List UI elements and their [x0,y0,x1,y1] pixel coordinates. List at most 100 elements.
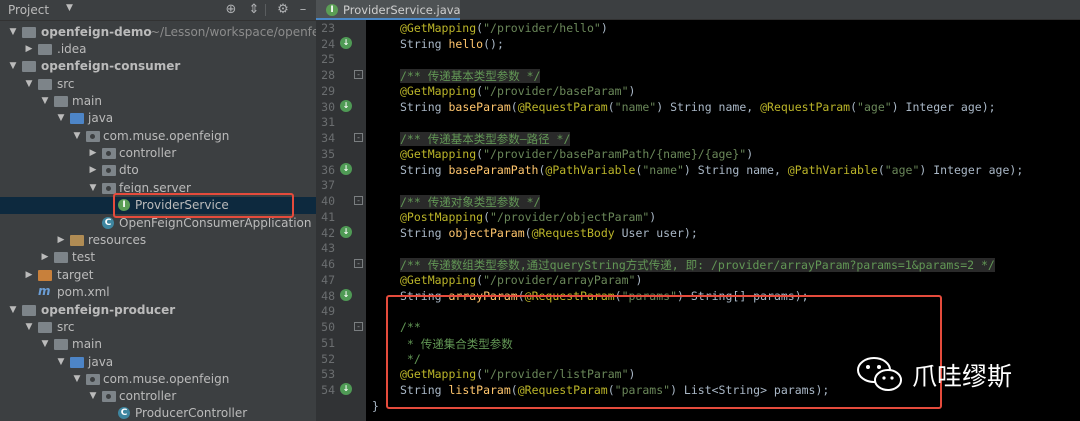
locate-icon[interactable]: ⊕ [224,3,238,17]
chevron-right-icon[interactable]: ▶ [88,148,98,158]
chevron-down-icon[interactable]: ▼ [8,305,18,315]
tree-item-label: main [72,337,102,351]
chevron-down-icon[interactable]: ▼ [40,96,50,106]
tree-item-label: openfeign-demo [41,25,152,39]
tree-item-openfeign-demo[interactable]: ▼ openfeign-demo ~/Lesson/workspace/open… [0,24,316,41]
module-folder-icon [22,27,36,38]
implemented-icon[interactable]: ↓ [340,37,352,49]
excluded-folder-icon [38,270,52,281]
chevron-down-icon[interactable]: ▼ [56,113,66,123]
chevron-down-icon[interactable]: ▼ [8,27,18,37]
line-number: 46 [321,257,335,271]
fold-icon[interactable]: - [354,259,363,268]
chevron-right-icon[interactable]: ▶ [56,235,66,245]
line-number: 49 [321,304,335,318]
line-number: 30 [321,100,335,114]
tree-item-label: dto [119,163,139,177]
tree-item-main[interactable]: ▼ main [0,336,316,353]
fold-icon[interactable]: - [354,196,363,205]
line-number: 53 [321,367,335,381]
minimize-icon[interactable]: – [296,3,310,17]
folder-icon [54,339,68,350]
tree-item-package[interactable]: ▼ com.muse.openfeign [0,371,316,388]
chevron-down-icon[interactable]: ▼ [66,3,73,13]
tree-item-java[interactable]: ▼ java [0,110,316,127]
code-line: String objectParam(@RequestBody User use… [400,226,698,240]
project-tool-window: Project ▼ ⊕ ⇕ ⚙ – ▼ openfeign-demo ~/Les… [0,0,316,421]
folder-icon [54,96,68,107]
tab-provider-service[interactable]: I ProviderService.java [316,0,461,20]
tree-item-target[interactable]: ▶ target [0,267,316,284]
chevron-right-icon[interactable]: ▶ [88,165,98,175]
chevron-down-icon[interactable]: ▼ [8,61,18,71]
collapse-all-icon[interactable]: ⇕ [247,3,261,17]
tree-item-producer-controller[interactable]: C ProducerController [0,405,316,421]
folder-icon [38,79,52,90]
chevron-down-icon[interactable]: ▼ [56,357,66,367]
tree-item-resources[interactable]: ▶ resources [0,232,316,249]
chevron-right-icon[interactable]: ▶ [24,44,34,54]
chevron-down-icon[interactable]: ▼ [24,79,34,89]
tree-item-idea[interactable]: ▶ .idea [0,41,316,58]
code-line: /** 传递对象类型参数 */ [400,195,541,209]
implemented-icon[interactable]: ↓ [340,289,352,301]
module-folder-icon [22,61,36,72]
module-folder-icon [22,305,36,316]
tree-item-controller[interactable]: ▶ controller [0,145,316,162]
source-folder-icon [70,357,84,368]
tree-item-test[interactable]: ▶ test [0,249,316,266]
tree-item-label: resources [88,233,147,247]
tree-item-main[interactable]: ▼ main [0,93,316,110]
tree-item-pom[interactable]: m pom.xml [0,284,316,301]
wechat-logo-icon [857,357,902,391]
tree-item-controller[interactable]: ▼ controller [0,388,316,405]
header-separator [265,4,266,16]
code-line: @GetMapping("/provider/baseParamPath/{na… [400,147,754,161]
tree-item-src[interactable]: ▼ src [0,319,316,336]
implemented-icon[interactable]: ↓ [340,226,352,238]
tree-item-package[interactable]: ▼ com.muse.openfeign [0,128,316,145]
line-number: 23 [321,21,335,35]
line-number: 34 [321,131,335,145]
chevron-down-icon[interactable]: ▼ [72,131,82,141]
chevron-right-icon[interactable]: ▶ [40,252,50,262]
implemented-icon[interactable]: ↓ [340,383,352,395]
implemented-icon[interactable]: ↓ [340,163,352,175]
tree-item-label: com.muse.openfeign [103,129,230,143]
line-number: 41 [321,210,335,224]
tree-item-label: OpenFeignConsumerApplication [119,216,312,230]
line-number: 47 [321,273,335,287]
line-number: 36 [321,163,335,177]
chevron-right-icon[interactable]: ▶ [24,270,34,280]
gear-icon[interactable]: ⚙ [276,3,290,17]
package-icon [102,165,116,176]
folder-icon [38,44,52,55]
tree-item-openfeign-producer[interactable]: ▼ openfeign-producer [0,302,316,319]
tree-item-dto[interactable]: ▶ dto [0,162,316,179]
implemented-icon[interactable]: ↓ [340,100,352,112]
package-icon [86,131,100,142]
chevron-down-icon[interactable]: ▼ [88,183,98,193]
fold-icon[interactable]: - [354,133,363,142]
code-line: String baseParam(@RequestParam("name") S… [400,100,996,114]
package-icon [86,374,100,385]
tree-item-src[interactable]: ▼ src [0,76,316,93]
fold-icon[interactable]: - [354,70,363,79]
chevron-down-icon[interactable]: ▼ [40,339,50,349]
chevron-down-icon[interactable]: ▼ [72,374,82,384]
chevron-down-icon[interactable]: ▼ [88,391,98,401]
code-line: /** 传递基本类型参数 */ [400,69,541,83]
line-number: 48 [321,289,335,303]
project-panel-title[interactable]: Project [8,3,49,17]
fold-icon[interactable]: - [354,322,363,331]
tree-item-openfeign-consumer[interactable]: ▼ openfeign-consumer [0,58,316,75]
maven-icon: m [38,284,51,298]
tree-item-label: src [57,77,75,91]
line-number: 29 [321,84,335,98]
tree-item-label: target [57,268,94,282]
chevron-down-icon[interactable]: ▼ [24,322,34,332]
tree-item-label: com.muse.openfeign [103,372,230,386]
package-icon [102,391,116,402]
tree-item-java[interactable]: ▼ java [0,354,316,371]
spring-class-icon: C [102,217,114,229]
